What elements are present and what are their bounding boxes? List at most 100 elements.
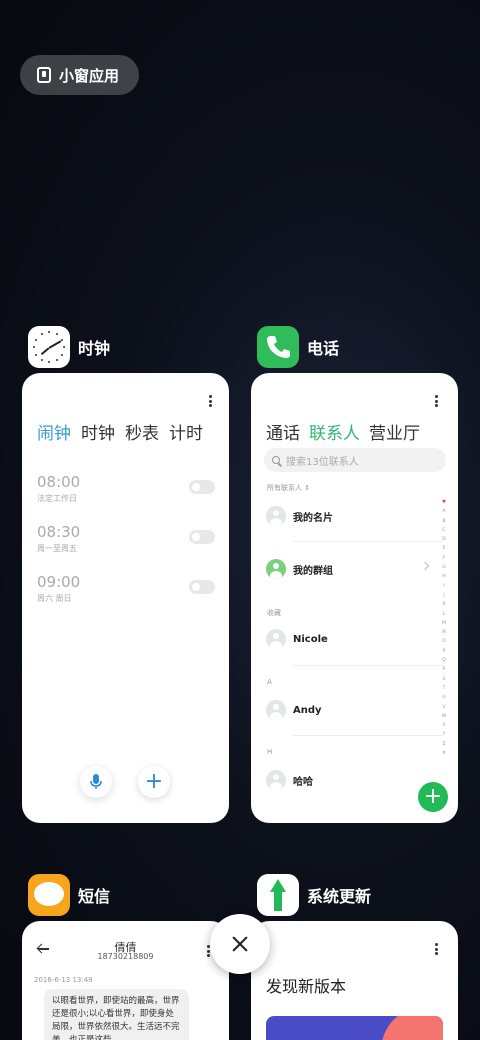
index-letter[interactable]: F [443,554,446,563]
index-letter[interactable]: A [442,507,445,516]
microphone-icon [90,774,102,789]
update-app-name: 系统更新 [307,887,372,906]
index-letter[interactable]: W [442,712,446,721]
tab-contacts[interactable]: 联系人 [309,419,360,444]
sort-icon: ⇕ [304,484,311,492]
group-icon [266,559,286,579]
alarm-item[interactable]: 08:30 周一至周五 [37,523,215,554]
index-letter[interactable]: L [443,610,446,619]
more-menu-icon[interactable] [435,395,439,407]
phone-app-icon [257,326,299,368]
index-letter[interactable]: D [442,535,445,544]
more-menu-icon[interactable] [209,395,213,407]
message-timestamp: 2016-6-13 13:49 [34,976,93,984]
messages-app-icon [28,874,70,916]
avatar [266,770,286,790]
update-banner [266,1016,443,1040]
index-letter[interactable]: O [442,637,446,646]
phone-app-card[interactable]: 通话 联系人 营业厅 搜索13位联系人 所有联系人 ⇕ 我的名片 我的群组 收藏… [251,373,458,823]
my-card-item[interactable]: 我的名片 [266,505,436,527]
update-title: 发现新版本 [266,977,347,996]
phone-tabs: 通话 联系人 营业厅 [266,419,420,444]
more-menu-icon[interactable] [435,943,439,955]
index-letter[interactable]: S [443,675,446,684]
index-letter[interactable]: Z [442,740,445,749]
index-letter[interactable]: T [443,684,446,693]
index-letter[interactable]: ♥ [442,498,446,507]
index-letter[interactable]: B [442,517,445,526]
index-letter[interactable]: Y [443,730,446,739]
contact-item[interactable]: Andy [266,699,436,721]
tab-alarm[interactable]: 闹钟 [37,419,71,444]
messages-app-card[interactable]: 倩倩 18730218809 2016-6-13 13:49 以眼看世界，即使站… [22,921,229,1040]
index-letter[interactable]: X [442,721,445,730]
clock-app-name: 时钟 [78,339,111,358]
index-letter[interactable]: # [442,749,446,758]
tab-calls[interactable]: 通话 [266,419,300,444]
contact-number: 18730218809 [97,952,154,961]
alarm-item[interactable]: 09:00 周六 周日 [37,573,215,604]
floating-window-label: 小窗应用 [59,66,120,85]
avatar [266,629,286,649]
clock-app-header[interactable]: 时钟 [28,326,110,368]
alarm-item[interactable]: 08:00 法定工作日 [37,473,215,504]
index-letter[interactable]: P [443,647,446,656]
index-letter[interactable]: G [442,563,446,572]
my-card-label: 我的名片 [293,512,333,524]
section-header: A [267,678,272,686]
contact-item[interactable]: 哈哈 [266,769,436,791]
alarm-toggle[interactable] [189,480,215,494]
index-letter[interactable]: U [442,693,445,702]
favorites-label: 收藏 [267,609,281,617]
alarm-repeat: 周一至周五 [37,544,77,553]
index-letter[interactable]: N [442,628,445,637]
index-letter[interactable]: V [442,703,445,712]
messages-app-header[interactable]: 短信 [28,874,110,916]
index-letter[interactable]: I [443,582,444,591]
close-all-button[interactable] [210,914,270,974]
contact-item[interactable]: Nicole [266,628,436,650]
index-letter[interactable]: Q [442,656,446,665]
plus-icon: + [423,784,443,809]
messages-app-name: 短信 [78,887,111,906]
floating-window-button[interactable]: 小窗应用 [20,55,139,95]
index-letter[interactable]: R [442,665,445,674]
index-letter[interactable]: C [442,526,445,535]
my-groups-item[interactable]: 我的群组 [266,558,436,580]
phone-app-name: 电话 [307,339,340,358]
all-contacts-label: 所有联系人 [267,484,302,492]
all-contacts-filter[interactable]: 所有联系人 ⇕ [267,483,310,493]
update-app-card[interactable]: 发现新版本 [251,921,458,1040]
index-letter[interactable]: H [442,572,445,581]
index-letter[interactable]: J [443,591,444,600]
index-letter[interactable]: K [443,600,446,609]
tab-timer[interactable]: 计时 [169,419,203,444]
alarm-toggle[interactable] [189,580,215,594]
contact-name: 哈哈 [293,776,313,788]
floating-window-icon [37,67,51,83]
tab-stopwatch[interactable]: 秒表 [125,419,159,444]
voice-alarm-button[interactable] [80,766,112,798]
contact-name: Andy [293,704,322,716]
avatar [266,506,286,526]
clock-tabs: 闹钟 时钟 秒表 计时 [37,419,203,444]
add-alarm-button[interactable]: + [138,766,170,798]
add-contact-button[interactable]: + [418,782,448,812]
index-letter[interactable]: M [442,619,446,628]
tab-clock[interactable]: 时钟 [81,419,115,444]
contact-search-input[interactable]: 搜索13位联系人 [264,448,446,472]
alphabet-index-bar[interactable]: ♥ A B C D E F G H I J K L M N O P Q R S T U V W X Y Z # [439,498,449,758]
update-app-header[interactable]: 系统更新 [257,874,371,916]
clock-app-card[interactable]: 闹钟 时钟 秒表 计时 08:00 法定工作日 08:30 周一至周五 09:0… [22,373,229,823]
tab-service[interactable]: 营业厅 [369,419,420,444]
alarm-repeat: 法定工作日 [37,494,77,503]
search-placeholder: 搜索13位联系人 [286,456,359,468]
message-bubble[interactable]: 以眼看世界，即使站的最高，世界还是很小;以心看世界，即使身处局限，世界依然很大。… [44,989,189,1040]
index-letter[interactable]: E [443,544,446,553]
alarm-repeat: 周六 周日 [37,594,72,603]
clock-app-icon [28,326,70,368]
avatar [266,700,286,720]
my-groups-label: 我的群组 [293,565,333,577]
phone-app-header[interactable]: 电话 [257,326,339,368]
alarm-toggle[interactable] [189,530,215,544]
